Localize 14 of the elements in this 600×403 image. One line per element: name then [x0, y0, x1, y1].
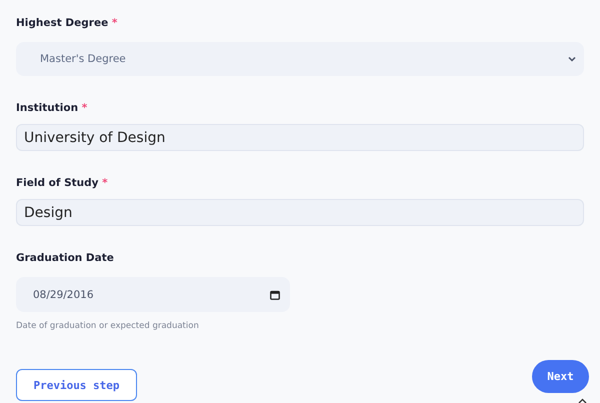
chevron-down-icon — [568, 56, 576, 62]
date-field[interactable]: 08/29/2016 — [16, 277, 290, 312]
calendar-icon[interactable] — [270, 290, 280, 300]
field-label: Institution * — [16, 102, 88, 114]
text-field[interactable]: Design — [16, 199, 584, 226]
field-label: Highest Degree * — [16, 17, 118, 29]
field-hint: Date of graduation or expected graduation — [16, 321, 199, 331]
text-field[interactable]: University of Design — [16, 124, 584, 151]
chevron-up-icon[interactable] — [578, 398, 587, 403]
next-button[interactable]: Next — [532, 360, 589, 393]
field-label: Field of Study * — [16, 177, 108, 189]
degree-select[interactable]: Master's Degree — [16, 42, 584, 76]
field-label: Graduation Date — [16, 252, 114, 264]
previous-step-button[interactable]: Previous step — [16, 369, 137, 401]
